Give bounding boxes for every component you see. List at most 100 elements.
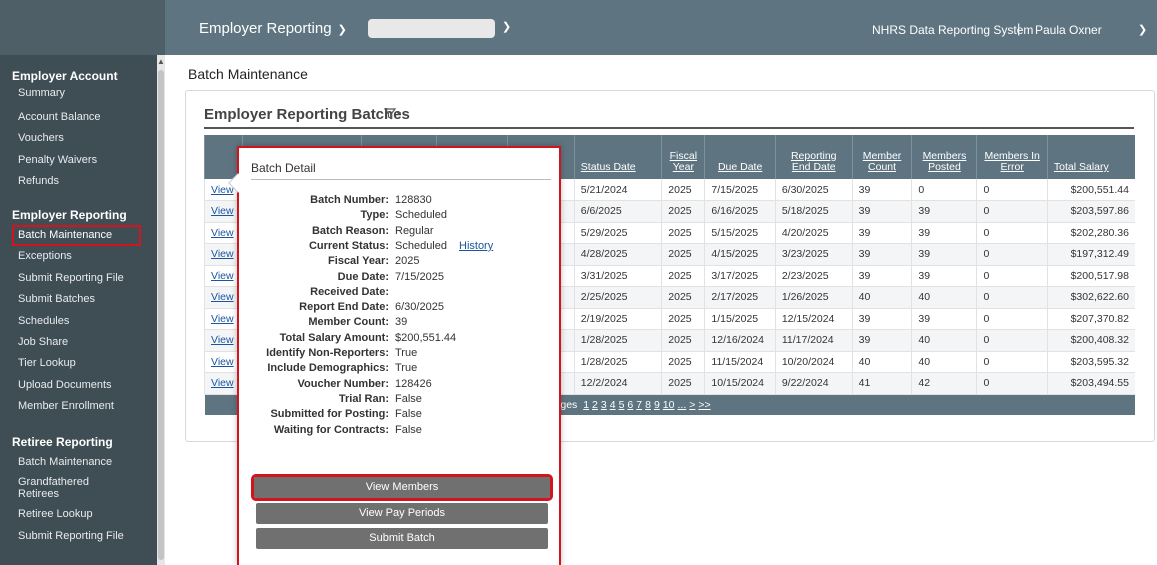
cell-reporting-end-date: 1/26/2025: [774, 286, 853, 309]
cell-fiscal-year: 2025: [661, 286, 705, 309]
pager-link[interactable]: 7: [636, 399, 642, 411]
pager-link[interactable]: 4: [610, 399, 616, 411]
sidebar-item-batch-maintenance[interactable]: Batch Maintenance: [12, 225, 141, 247]
sidebar-item-summary[interactable]: Summary: [0, 86, 157, 107]
pager-link[interactable]: >>: [698, 399, 710, 411]
cell-reporting-end-date: 5/18/2025: [774, 200, 853, 223]
detail-value: $200,551.44: [395, 332, 456, 344]
employer-select-chevron-icon[interactable]: ❯: [502, 20, 511, 33]
pager-link[interactable]: 3: [601, 399, 607, 411]
history-link[interactable]: History: [459, 240, 493, 252]
detail-label: Due Date:: [337, 270, 389, 283]
sidebar-item-submit-reporting-file[interactable]: Submit Reporting File: [0, 268, 157, 289]
sidebar-item-member-enrollment[interactable]: Member Enrollment: [0, 396, 157, 417]
pager-link[interactable]: 8: [645, 399, 651, 411]
col-reporting-end-date[interactable]: Reporting End Date: [774, 135, 853, 179]
cell-due-date: 11/15/2024: [704, 351, 776, 373]
scroll-up-arrow-icon[interactable]: ▲: [157, 56, 165, 68]
cell-members-posted: 39: [911, 200, 977, 223]
pager-link[interactable]: ...: [677, 399, 686, 411]
sidebar-item-account-balance[interactable]: Account Balance: [0, 107, 157, 128]
pager-link[interactable]: 2: [592, 399, 598, 411]
app-menu-dropdown[interactable]: Employer Reporting ❯: [199, 20, 347, 37]
sidebar-item-retiree-lookup[interactable]: Retiree Lookup: [0, 504, 157, 525]
sidebar-item-vouchers[interactable]: Vouchers: [0, 128, 157, 149]
cell-due-date: 3/17/2025: [704, 265, 776, 287]
detail-value: 128426: [395, 378, 432, 390]
cell-due-date: 12/16/2024: [704, 329, 776, 352]
cell-members-in-error: 0: [976, 308, 1048, 330]
pager-link[interactable]: 9: [654, 399, 660, 411]
cell-status-date: 5/29/2025: [573, 222, 662, 244]
detail-value-text: 128830: [395, 194, 432, 206]
cell-status-date: 2/25/2025: [573, 286, 662, 309]
chevron-down-icon: ❯: [337, 24, 347, 36]
col-fiscal-year[interactable]: Fiscal Year: [661, 135, 705, 179]
detail-value-text: 6/30/2025: [395, 301, 444, 314]
sidebar-item-exceptions[interactable]: Exceptions: [0, 246, 157, 267]
col-total-salary[interactable]: Total Salary: [1046, 135, 1135, 179]
detail-value: 2025: [395, 255, 419, 267]
cell-total-salary: $302,622.60: [1046, 286, 1135, 309]
cell-members-posted: 0: [911, 179, 977, 201]
user-menu[interactable]: Paula Oxner: [1035, 23, 1102, 37]
sidebar-item-job-share[interactable]: Job Share: [0, 332, 157, 353]
sidebar-item-retiree-submit-reporting-file[interactable]: Submit Reporting File: [0, 526, 157, 547]
filter-icon[interactable]: [384, 108, 402, 120]
detail-label: Member Count:: [308, 316, 389, 329]
col-members-posted[interactable]: Members Posted: [911, 135, 977, 179]
col-members-in-error[interactable]: Members In Error: [976, 135, 1048, 179]
employer-select[interactable]: [368, 19, 495, 38]
detail-value: False: [395, 408, 422, 420]
cell-members-posted: 40: [911, 351, 977, 373]
sidebar-item-refunds[interactable]: Refunds: [0, 171, 157, 192]
pager-link[interactable]: >: [689, 399, 695, 411]
detail-value-text: Scheduled: [395, 239, 447, 252]
detail-row: Voucher Number: 128426: [239, 378, 559, 392]
detail-label: Total Salary Amount:: [279, 331, 389, 344]
col-due-date[interactable]: Due Date: [704, 135, 776, 179]
cell-due-date: 10/15/2024: [704, 372, 776, 395]
detail-label: Report End Date:: [299, 301, 389, 314]
view-members-button[interactable]: View Members: [251, 474, 553, 501]
sidebar-scroll-thumb[interactable]: [158, 70, 164, 560]
employer-reporting-header: Employer Reporting: [12, 208, 127, 222]
detail-row: Type: Scheduled: [239, 209, 559, 223]
cell-fiscal-year: 2025: [661, 329, 705, 352]
cell-members-posted: 39: [911, 243, 977, 266]
sidebar: Employer Account Summary Account Balance…: [0, 0, 165, 565]
detail-row: Member Count: 39: [239, 316, 559, 330]
detail-value-text: 128426: [395, 377, 432, 390]
sidebar-item-retiree-batch-maintenance[interactable]: Batch Maintenance: [0, 452, 157, 473]
cell-due-date: 7/15/2025: [704, 179, 776, 201]
system-name: NHRS Data Reporting System: [872, 23, 1034, 37]
sidebar-item-upload-documents[interactable]: Upload Documents: [0, 375, 157, 396]
cell-status-date: 5/21/2024: [573, 179, 662, 201]
detail-value: False: [395, 424, 422, 436]
detail-row: Report End Date: 6/30/2025: [239, 301, 559, 315]
pager-link[interactable]: 5: [619, 399, 625, 411]
sidebar-item-submit-batches[interactable]: Submit Batches: [0, 289, 157, 310]
cell-status-date: 2/19/2025: [573, 308, 662, 330]
sidebar-item-grandfathered-retirees[interactable]: Grandfathered Retirees: [0, 473, 100, 504]
col-status-date[interactable]: Status Date: [573, 135, 662, 179]
pager-link[interactable]: 6: [627, 399, 633, 411]
sidebar-item-schedules[interactable]: Schedules: [0, 311, 157, 332]
sidebar-item-penalty-waivers[interactable]: Penalty Waivers: [0, 150, 157, 171]
cell-fiscal-year: 2025: [661, 243, 705, 266]
cell-members-posted: 40: [911, 286, 977, 309]
cell-members-posted: 39: [911, 265, 977, 287]
view-pay-periods-button[interactable]: View Pay Periods: [256, 503, 548, 524]
employer-reporting-section: Employer Reporting Batch Maintenance Exc…: [0, 205, 157, 418]
submit-batch-button[interactable]: Submit Batch: [256, 528, 548, 549]
sidebar-item-tier-lookup[interactable]: Tier Lookup: [0, 353, 157, 374]
cell-total-salary: $203,494.55: [1046, 372, 1135, 395]
detail-row: Current Status: Scheduled History: [239, 240, 559, 254]
pager-link[interactable]: 1: [583, 399, 589, 411]
user-chevron-down-icon[interactable]: ❯: [1138, 23, 1147, 36]
detail-value: True: [395, 347, 417, 359]
col-member-count[interactable]: Member Count: [851, 135, 912, 179]
app-menu-label: Employer Reporting: [199, 20, 332, 37]
pager-link[interactable]: 10: [663, 399, 675, 411]
detail-value-text: Scheduled: [395, 209, 447, 222]
